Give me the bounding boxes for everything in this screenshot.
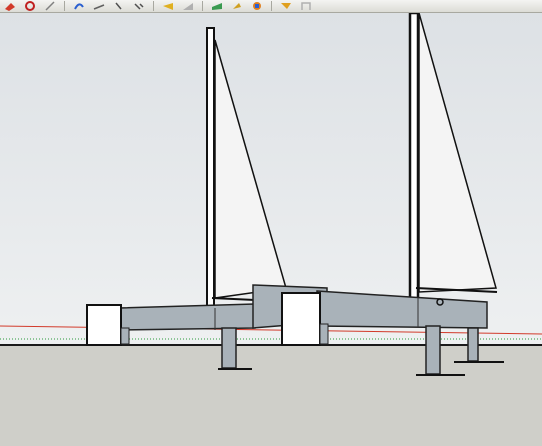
orbit-icon: [74, 3, 84, 10]
bow-block-right: [281, 292, 321, 346]
mast-right: [408, 13, 420, 305]
get-models-tool[interactable]: [207, 0, 227, 12]
bow-post-left: [120, 327, 130, 345]
components-icon: [253, 2, 261, 10]
follow-me-tool[interactable]: [296, 0, 316, 12]
hull-left: [119, 303, 256, 331]
scene-canvas[interactable]: [0, 13, 542, 446]
paint-bucket-icon: [5, 3, 15, 11]
follow-me-icon: [301, 2, 311, 10]
share-icon: [233, 3, 241, 9]
next-view-tool[interactable]: [178, 0, 198, 12]
tape-icon: [45, 1, 55, 11]
previous-view-tool[interactable]: [158, 0, 178, 12]
orbit-tool[interactable]: [69, 0, 89, 12]
zoom-extents-icon: [134, 3, 144, 10]
strut-right-rear: [467, 327, 479, 362]
eraser-tool[interactable]: [20, 0, 40, 12]
toolbar-separator: [153, 1, 154, 11]
toolbar-separator: [271, 1, 272, 11]
next-view-icon: [183, 3, 193, 10]
bow-post-right: [319, 323, 329, 345]
pan-icon: [93, 4, 105, 10]
tape-measure-tool[interactable]: [40, 0, 60, 12]
zoom-tool[interactable]: [109, 0, 129, 12]
components-tool[interactable]: [247, 0, 267, 12]
share-model-tool[interactable]: [227, 0, 247, 12]
warehouse-icon: [212, 3, 222, 10]
styles-icon: [281, 3, 291, 9]
ground: [0, 345, 542, 446]
strut-left: [221, 327, 237, 369]
main-toolbar: [0, 0, 542, 13]
zoom-icon: [115, 2, 122, 10]
bow-block-left: [86, 304, 122, 346]
previous-view-icon: [163, 3, 173, 10]
toolbar-separator: [64, 1, 65, 11]
eraser-icon: [25, 1, 35, 11]
toolbar-separator: [202, 1, 203, 11]
modeling-viewport[interactable]: [0, 13, 542, 446]
pan-tool[interactable]: [89, 0, 109, 12]
mast-left: [206, 27, 215, 309]
zoom-extents-tool[interactable]: [129, 0, 149, 12]
paint-bucket-tool[interactable]: [0, 0, 20, 12]
strut-right-main: [425, 325, 441, 375]
styles-tool[interactable]: [276, 0, 296, 12]
